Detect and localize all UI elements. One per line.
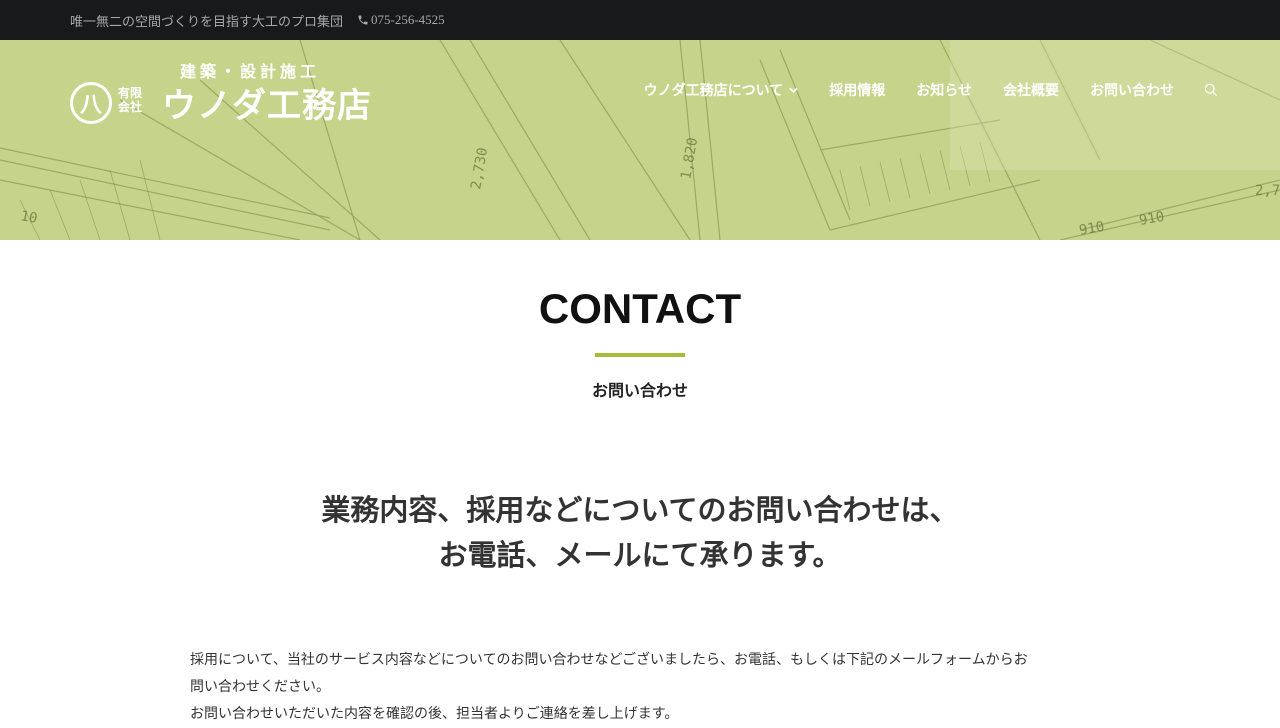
logo-company-type-line2: 会社 — [118, 100, 143, 114]
nav-item-label: ウノダ工務店について — [643, 83, 784, 99]
logo-mark-icon: 八 — [70, 82, 112, 124]
phone-icon — [358, 15, 368, 25]
nav-item-label: 採用情報 — [829, 83, 886, 99]
top-bar: 唯一無二の空間づくりを目指す大工のプロ集団 075-256-4525 — [0, 0, 1280, 40]
main-navigation: ウノダ工務店について 採用情報 お知らせ 会社概要 お問い合わせ — [644, 80, 1218, 100]
contact-headline: 業務内容、採用などについてのお問い合わせは、 お電話、メールにて承ります。 — [0, 488, 1280, 578]
page-subtitle: お問い合わせ — [591, 381, 688, 400]
description-line-2: 問い合わせください。 — [190, 679, 330, 695]
nav-item-label: 会社概要 — [1003, 83, 1059, 99]
phone-number: 075-256-4525 — [371, 12, 445, 27]
nav-item-company[interactable]: 会社概要 — [1003, 80, 1059, 100]
nav-item-about[interactable]: ウノダ工務店について — [644, 80, 799, 100]
nav-item-label: お知らせ — [916, 83, 972, 99]
logo-company-type-line1: 有限 — [118, 86, 143, 100]
headline-line-1: 業務内容、採用などについてのお問い合わせは、 — [321, 493, 959, 527]
nav-item-label: お問い合わせ — [1090, 83, 1174, 99]
headline-line-2: お電話、メールにて承ります。 — [438, 538, 842, 572]
description-line-3: お問い合わせいただいた内容を確認の後、担当者よりご連絡を差し上げます。 — [190, 706, 679, 722]
description-line-1: 採用について、当社のサービス内容などについてのお問い合わせなどございましたら、お… — [190, 652, 1028, 668]
svg-text:10: 10 — [19, 208, 38, 227]
logo-company-type: 有限 会社 — [118, 86, 148, 114]
contact-description: 採用について、当社のサービス内容などについてのお問い合わせなどございましたら、お… — [190, 647, 1100, 728]
nav-item-contact[interactable]: お問い合わせ — [1090, 80, 1174, 100]
svg-text:2,7: 2,7 — [1255, 183, 1280, 199]
nav-item-recruit[interactable]: 採用情報 — [829, 80, 885, 100]
phone-link[interactable]: 075-256-4525 — [357, 12, 445, 28]
logo-company-name: ウノダ工務店 — [162, 86, 372, 126]
title-divider — [595, 353, 685, 357]
page-title: CONTACT — [538, 285, 742, 332]
nav-item-news[interactable]: お知らせ — [916, 80, 972, 100]
company-logo[interactable]: 建築・設計施工 八 有限 会社 ウノダ工務店 — [70, 58, 371, 126]
chevron-down-icon — [789, 87, 799, 93]
tagline: 唯一無二の空間づくりを目指す大工のプロ集団 — [70, 14, 344, 30]
search-icon[interactable] — [1204, 83, 1218, 97]
